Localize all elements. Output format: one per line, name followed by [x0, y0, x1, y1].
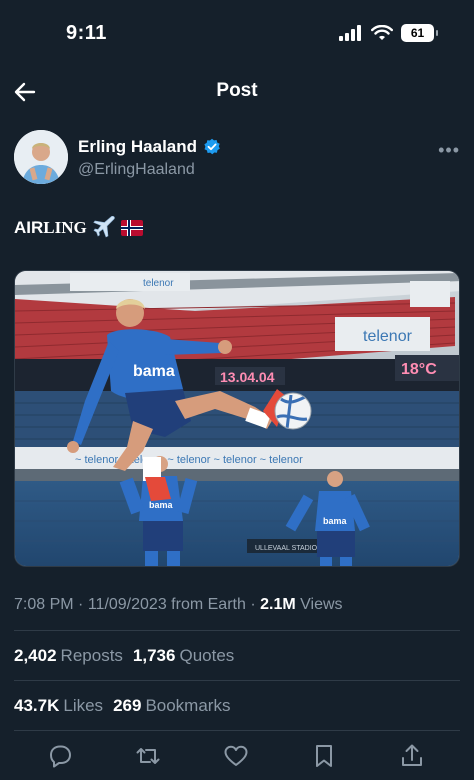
teammate-left-sponsor: bama — [149, 500, 174, 510]
page-title: Post — [216, 80, 258, 101]
upper-ad-text: telenor — [143, 278, 174, 289]
meta-separator: · — [250, 596, 261, 613]
reposts-count: 2,402 — [14, 646, 57, 665]
repost-quote-stats: 2,402 Reposts 1,736 Quotes — [14, 646, 234, 666]
tweet-text-main: AIR — [14, 218, 44, 237]
likes-count: 43.7K — [14, 696, 60, 715]
post-author: Erling Haaland @ErlingHaaland ••• — [14, 130, 460, 188]
author-name-text: Erling Haaland — [78, 137, 198, 156]
battery-icon: 61 — [401, 24, 438, 42]
back-arrow-icon[interactable] — [12, 78, 40, 106]
stadium-sign: ULLEVAAL STADION — [255, 545, 322, 552]
post-source: from Earth — [171, 596, 246, 613]
author-name[interactable]: Erling Haaland — [78, 137, 221, 157]
reposts-stat[interactable]: 2,402 Reposts — [14, 646, 123, 666]
tweet-text-small: LING — [43, 218, 87, 237]
reply-icon[interactable] — [46, 742, 74, 770]
post-time: 7:08 PM — [14, 596, 74, 613]
signal-icon — [339, 25, 361, 41]
scoreboard-temperature: 18°C — [401, 361, 437, 378]
post-meta: 7:08 PM · 11/09/2023 from Earth · 2.1M V… — [14, 596, 343, 614]
nav-bar: Post — [0, 70, 474, 114]
divider — [14, 680, 460, 681]
wifi-icon — [371, 25, 393, 40]
football-photo: telenor telenor 13.04.04 18°C ~ telenor … — [15, 271, 459, 566]
football — [274, 392, 312, 430]
bookmarks-stat[interactable]: 269 Bookmarks — [113, 696, 230, 716]
more-options-icon[interactable]: ••• — [438, 140, 460, 161]
reposts-label: Reposts — [60, 646, 123, 665]
post-image[interactable]: telenor telenor 13.04.04 18°C ~ telenor … — [14, 270, 460, 567]
status-time: 9:11 — [66, 22, 107, 44]
svg-text:~ telenor ~ telenor ~ tele: ~ telenor ~ telenor ~ telenor ~ telenor … — [75, 454, 303, 466]
action-bar — [0, 740, 474, 770]
airplane-emoji-icon — [93, 216, 115, 238]
divider — [14, 630, 460, 631]
tweet-text: AIRLING — [14, 216, 143, 240]
bookmark-icon[interactable] — [310, 742, 338, 770]
share-icon[interactable] — [398, 742, 426, 770]
quotes-stat[interactable]: 1,736 Quotes — [133, 646, 234, 666]
scoreboard-date: 13.04.04 — [220, 369, 275, 385]
quotes-count: 1,736 — [132, 646, 176, 665]
likes-label: Likes — [63, 696, 104, 715]
views-count: 2.1M — [260, 596, 296, 613]
like-heart-icon[interactable] — [222, 742, 250, 770]
status-icons: 61 — [339, 24, 438, 42]
likes-stat[interactable]: 43.7K Likes — [14, 696, 103, 716]
quotes-label: Quotes — [179, 646, 235, 665]
status-bar: 9:11 61 — [0, 0, 474, 70]
post-date: 11/09/2023 — [87, 596, 167, 613]
box-ad-text: telenor — [363, 328, 413, 345]
main-player-sponsor: bama — [133, 363, 175, 380]
avatar[interactable] — [14, 130, 68, 184]
bookmarks-count: 269 — [113, 696, 142, 715]
views-label[interactable]: Views — [300, 596, 342, 613]
bookmarks-label: Bookmarks — [145, 696, 231, 715]
author-handle[interactable]: @ErlingHaaland — [78, 161, 195, 179]
repost-icon[interactable] — [134, 742, 162, 770]
tweet-emojis — [93, 216, 143, 240]
meta-separator: · — [78, 596, 88, 613]
like-bookmark-stats: 43.7K Likes 269 Bookmarks — [14, 696, 230, 716]
verified-badge-icon — [204, 138, 220, 155]
norway-flag-icon — [120, 220, 143, 236]
teammate-right-sponsor: bama — [323, 516, 348, 526]
divider — [14, 730, 460, 731]
